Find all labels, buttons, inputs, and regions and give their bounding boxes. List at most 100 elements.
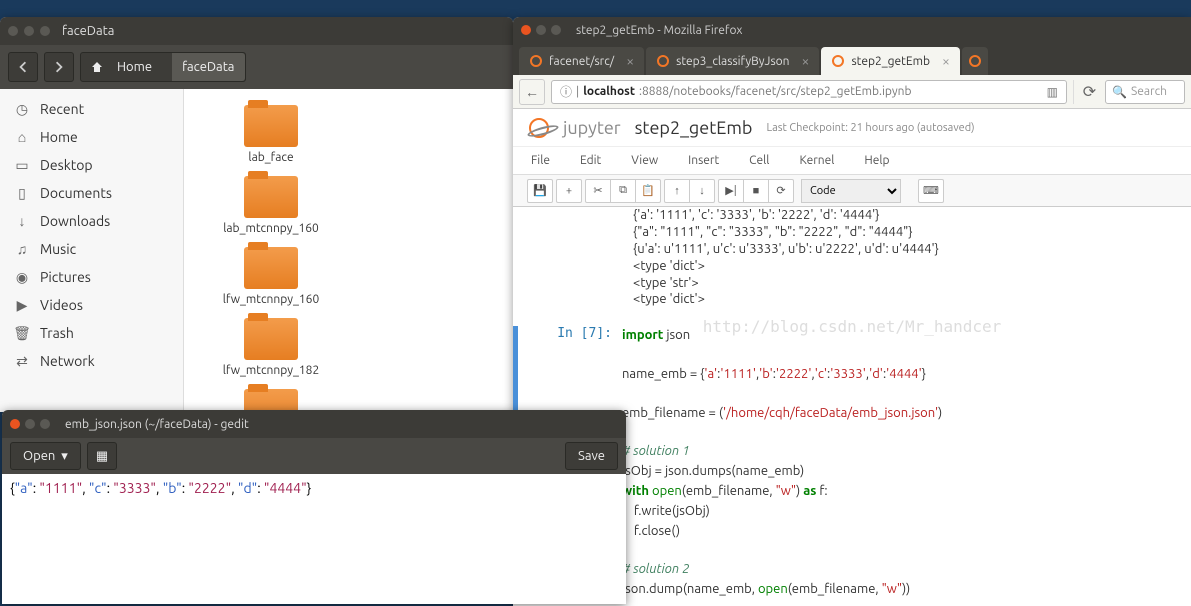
folder-item[interactable]: lfw_mtcnnpy_182 bbox=[196, 314, 346, 381]
search-field[interactable]: 🔍Search bbox=[1105, 80, 1185, 104]
folder-item[interactable]: lab_face bbox=[196, 101, 346, 168]
menu-cell[interactable]: Cell bbox=[749, 154, 769, 167]
menu-file[interactable]: File bbox=[531, 154, 550, 167]
breadcrumb-home[interactable]: Home bbox=[81, 60, 172, 74]
breadcrumb-leaf[interactable]: faceData bbox=[172, 53, 244, 81]
url-bar: ← ⓘ | localhost:8888/notebooks/facenet/s… bbox=[513, 75, 1191, 109]
command-palette-button[interactable]: ⌨ bbox=[918, 179, 944, 203]
close-tab-icon[interactable]: × bbox=[942, 53, 950, 69]
browser-tabs: facenet/src/× step3_classifyByJson× step… bbox=[513, 43, 1191, 75]
close-icon[interactable] bbox=[10, 419, 20, 429]
new-tab-button[interactable]: ▦ bbox=[87, 442, 117, 470]
file-manager-content[interactable]: lab_face lab_mtcnnpy_160 lfw_mtcnnpy_160… bbox=[184, 89, 513, 412]
move-up-button[interactable]: ↑ bbox=[664, 179, 690, 203]
close-tab-icon[interactable]: × bbox=[802, 53, 810, 69]
tab-step3[interactable]: step3_classifyByJson× bbox=[646, 47, 819, 75]
documents-icon: ▯ bbox=[14, 185, 30, 201]
maximize-icon[interactable] bbox=[551, 25, 561, 35]
downloads-icon: ↓ bbox=[14, 213, 30, 229]
close-icon[interactable] bbox=[521, 25, 531, 35]
save-button[interactable]: Save bbox=[565, 442, 618, 470]
folder-icon bbox=[244, 247, 298, 289]
folder-item[interactable]: lfw_mtcnnpy_160 bbox=[196, 243, 346, 310]
minimize-icon[interactable] bbox=[24, 26, 34, 36]
window-title: emb_json.json (~/faceData) - gedit bbox=[65, 418, 249, 431]
tab-step2-active[interactable]: step2_getEmb× bbox=[821, 47, 959, 75]
save-icon: 💾 bbox=[533, 184, 547, 197]
sidebar-item-trash[interactable]: 🗑Trash bbox=[0, 319, 183, 347]
arrow-down-icon: ↓ bbox=[699, 185, 705, 197]
restart-icon: ⟳ bbox=[776, 184, 785, 197]
reader-icon[interactable]: ▥ bbox=[1047, 85, 1058, 99]
gedit-titlebar[interactable]: emb_json.json (~/faceData) - gedit bbox=[2, 410, 626, 438]
jupyter-toolbar: 💾 + ✂ ⧉ 📋 ↑ ↓ ▶| ■ ⟳ Code ⌨ bbox=[513, 175, 1191, 207]
clock-icon: ◷ bbox=[14, 101, 30, 117]
paste-button[interactable]: 📋 bbox=[635, 179, 661, 203]
cut-button[interactable]: ✂ bbox=[585, 179, 611, 203]
menu-edit[interactable]: Edit bbox=[580, 154, 601, 167]
folder-icon bbox=[244, 105, 298, 147]
forward-button[interactable] bbox=[44, 52, 74, 82]
menu-insert[interactable]: Insert bbox=[688, 154, 719, 167]
cell-type-select[interactable]: Code bbox=[801, 179, 901, 203]
arrow-up-icon: ↑ bbox=[674, 185, 680, 197]
minimize-icon[interactable] bbox=[536, 25, 546, 35]
address-field[interactable]: ⓘ | localhost:8888/notebooks/facenet/src… bbox=[551, 80, 1067, 104]
save-button[interactable]: 💾 bbox=[527, 179, 553, 203]
notebook-name[interactable]: step2_getEmb bbox=[635, 118, 753, 138]
menu-view[interactable]: View bbox=[631, 154, 658, 167]
chevron-down-icon: ▾ bbox=[61, 449, 68, 464]
jupyter-logo-icon[interactable] bbox=[529, 118, 549, 138]
close-icon[interactable] bbox=[8, 26, 18, 36]
breadcrumb[interactable]: Home faceData bbox=[80, 52, 246, 82]
open-button[interactable]: Open▾ bbox=[10, 442, 81, 470]
menu-kernel[interactable]: Kernel bbox=[799, 154, 834, 167]
stop-button[interactable]: ■ bbox=[743, 179, 769, 203]
sidebar-item-music[interactable]: ♫Music bbox=[0, 235, 183, 263]
copy-button[interactable]: ⧉ bbox=[610, 179, 636, 203]
sidebar-item-documents[interactable]: ▯Documents bbox=[0, 179, 183, 207]
reload-button[interactable]: ⟳ bbox=[1073, 80, 1099, 104]
sidebar-item-network[interactable]: ⇄Network bbox=[0, 347, 183, 375]
file-manager-sidebar: ◷Recent ⌂Home ▭Desktop ▯Documents ↓Downl… bbox=[0, 89, 184, 412]
stop-icon: ■ bbox=[753, 185, 760, 197]
folder-item[interactable]: lab_mtcnnpy_160 bbox=[196, 172, 346, 239]
step-icon: ▶| bbox=[725, 184, 736, 197]
pictures-icon: ◉ bbox=[14, 269, 30, 285]
maximize-icon[interactable] bbox=[40, 26, 50, 36]
sidebar-item-desktop[interactable]: ▭Desktop bbox=[0, 151, 183, 179]
sidebar-item-recent[interactable]: ◷Recent bbox=[0, 95, 183, 123]
sidebar-item-downloads[interactable]: ↓Downloads bbox=[0, 207, 183, 235]
restart-button[interactable]: ⟳ bbox=[768, 179, 794, 203]
gedit-editor[interactable]: {"a": "1111", "c": "3333", "b": "2222", … bbox=[2, 474, 626, 503]
close-tab-icon[interactable]: × bbox=[626, 53, 634, 69]
minimize-icon[interactable] bbox=[25, 419, 35, 429]
sidebar-item-pictures[interactable]: ◉Pictures bbox=[0, 263, 183, 291]
info-icon[interactable]: ⓘ bbox=[560, 83, 572, 100]
gedit-window: emb_json.json (~/faceData) - gedit Open▾… bbox=[2, 410, 626, 604]
tab-facenet-src[interactable]: facenet/src/× bbox=[519, 47, 644, 75]
jupyter-menubar: File Edit View Insert Cell Kernel Help bbox=[513, 147, 1191, 175]
maximize-icon[interactable] bbox=[40, 419, 50, 429]
add-cell-button[interactable]: + bbox=[556, 179, 582, 203]
file-manager-titlebar[interactable]: faceData bbox=[0, 17, 513, 45]
music-icon: ♫ bbox=[14, 241, 30, 257]
paste-icon: 📋 bbox=[641, 184, 655, 197]
copy-icon: ⧉ bbox=[619, 184, 627, 197]
jupyter-logo-text[interactable]: jupyter bbox=[563, 118, 621, 138]
menu-help[interactable]: Help bbox=[864, 154, 889, 167]
network-icon: ⇄ bbox=[14, 353, 30, 369]
folder-item[interactable]: tenPeople_image bbox=[196, 385, 346, 412]
folder-icon bbox=[244, 176, 298, 218]
back-button[interactable]: ← bbox=[519, 79, 545, 105]
sidebar-item-videos[interactable]: ▶Videos bbox=[0, 291, 183, 319]
jupyter-favicon-icon bbox=[968, 54, 982, 68]
firefox-titlebar[interactable]: step2_getEmb - Mozilla Firefox bbox=[513, 17, 1191, 43]
sidebar-item-home[interactable]: ⌂Home bbox=[0, 123, 183, 151]
cut-icon: ✂ bbox=[593, 184, 602, 197]
move-down-button[interactable]: ↓ bbox=[689, 179, 715, 203]
back-button[interactable] bbox=[8, 52, 38, 82]
run-button[interactable]: ▶| bbox=[718, 179, 744, 203]
tab-overflow[interactable] bbox=[962, 47, 988, 75]
code-editor[interactable]: import json name_emb = {'a':'1111','b':'… bbox=[622, 326, 1191, 600]
